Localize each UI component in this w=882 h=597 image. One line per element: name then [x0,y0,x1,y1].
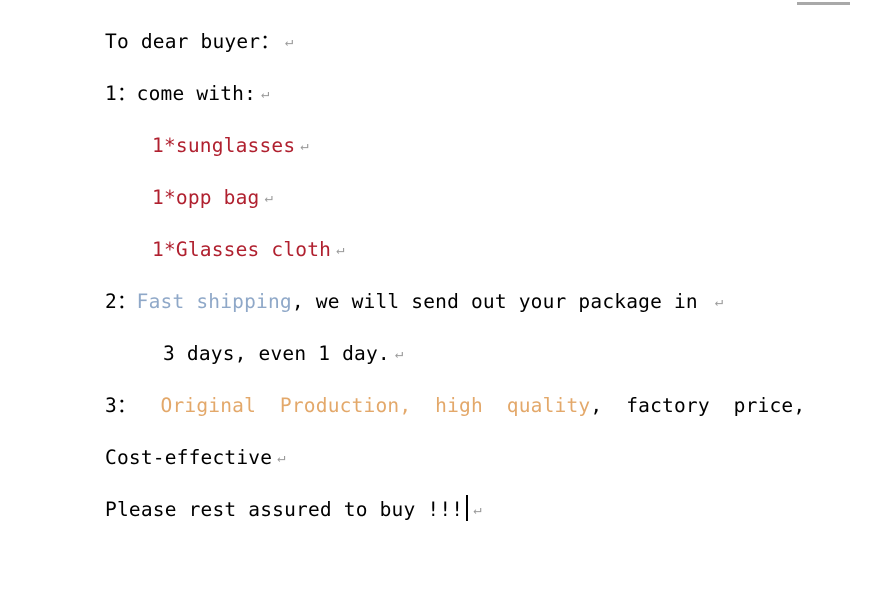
text-run: 1*opp bag [152,186,260,209]
text-line-included-sunglasses[interactable]: 1*sunglasses ↵ [0,120,882,172]
text-line-item-2-shipping-continued[interactable]: 3 days, even 1 day. ↵ [0,328,882,380]
text-run: 1*sunglasses [152,134,296,157]
text-line-item-2-shipping[interactable]: 2：Fast shipping, we will send out your p… [0,276,882,328]
carriage-return-icon: ↵ [264,190,274,206]
carriage-return-icon: ↵ [714,294,724,310]
text-run: 1*Glasses cloth [152,238,332,261]
text-run: To dear buyer： [105,30,280,53]
document-page: To dear buyer： ↵ 1：come with: ↵ 1*sunglasses… [0,0,882,597]
carriage-return-icon: ↵ [261,86,270,102]
carriage-return-icon: ↵ [284,34,294,50]
text-run: 3 days, even 1 day. [163,342,390,365]
carriage-return-icon: ↵ [277,450,286,466]
carriage-return-icon: ↵ [336,242,345,258]
text-run: , factory price, [590,394,806,417]
text-line-item-1-heading[interactable]: 1：come with: ↵ [0,68,882,120]
text-line-item-3-cost-effective[interactable]: Cost-effective ↵ [0,432,882,484]
text-line-item-3-quality[interactable]: 3： Original Production, high quality, fa… [0,380,882,432]
text-line-included-opp-bag[interactable]: 1*opp bag ↵ [0,172,882,224]
text-run: Fast shipping [136,290,292,313]
text-line-included-glasses-cloth[interactable]: 1*Glasses cloth ↵ [0,224,882,276]
carriage-return-icon: ↵ [300,138,309,154]
text-line-greeting[interactable]: To dear buyer： ↵ [0,16,882,68]
carriage-return-icon: ↵ [473,502,482,518]
carriage-return-icon: ↵ [394,346,404,362]
text-line-closing-call-to-action[interactable]: Please rest assured to buy !!! ↵ [0,484,882,536]
text-run: Please rest assured to buy !!! [105,498,464,521]
text-run: 3： [105,394,161,417]
document-text-body[interactable]: To dear buyer： ↵ 1：come with: ↵ 1*sunglasses… [0,0,882,536]
text-run: , we will send out your package in [291,290,710,313]
text-run: 2： [105,290,137,313]
text-run: Original Production, high quality [160,394,591,417]
text-run: Cost-effective [105,446,273,469]
text-run: 1：come with: [105,82,257,105]
